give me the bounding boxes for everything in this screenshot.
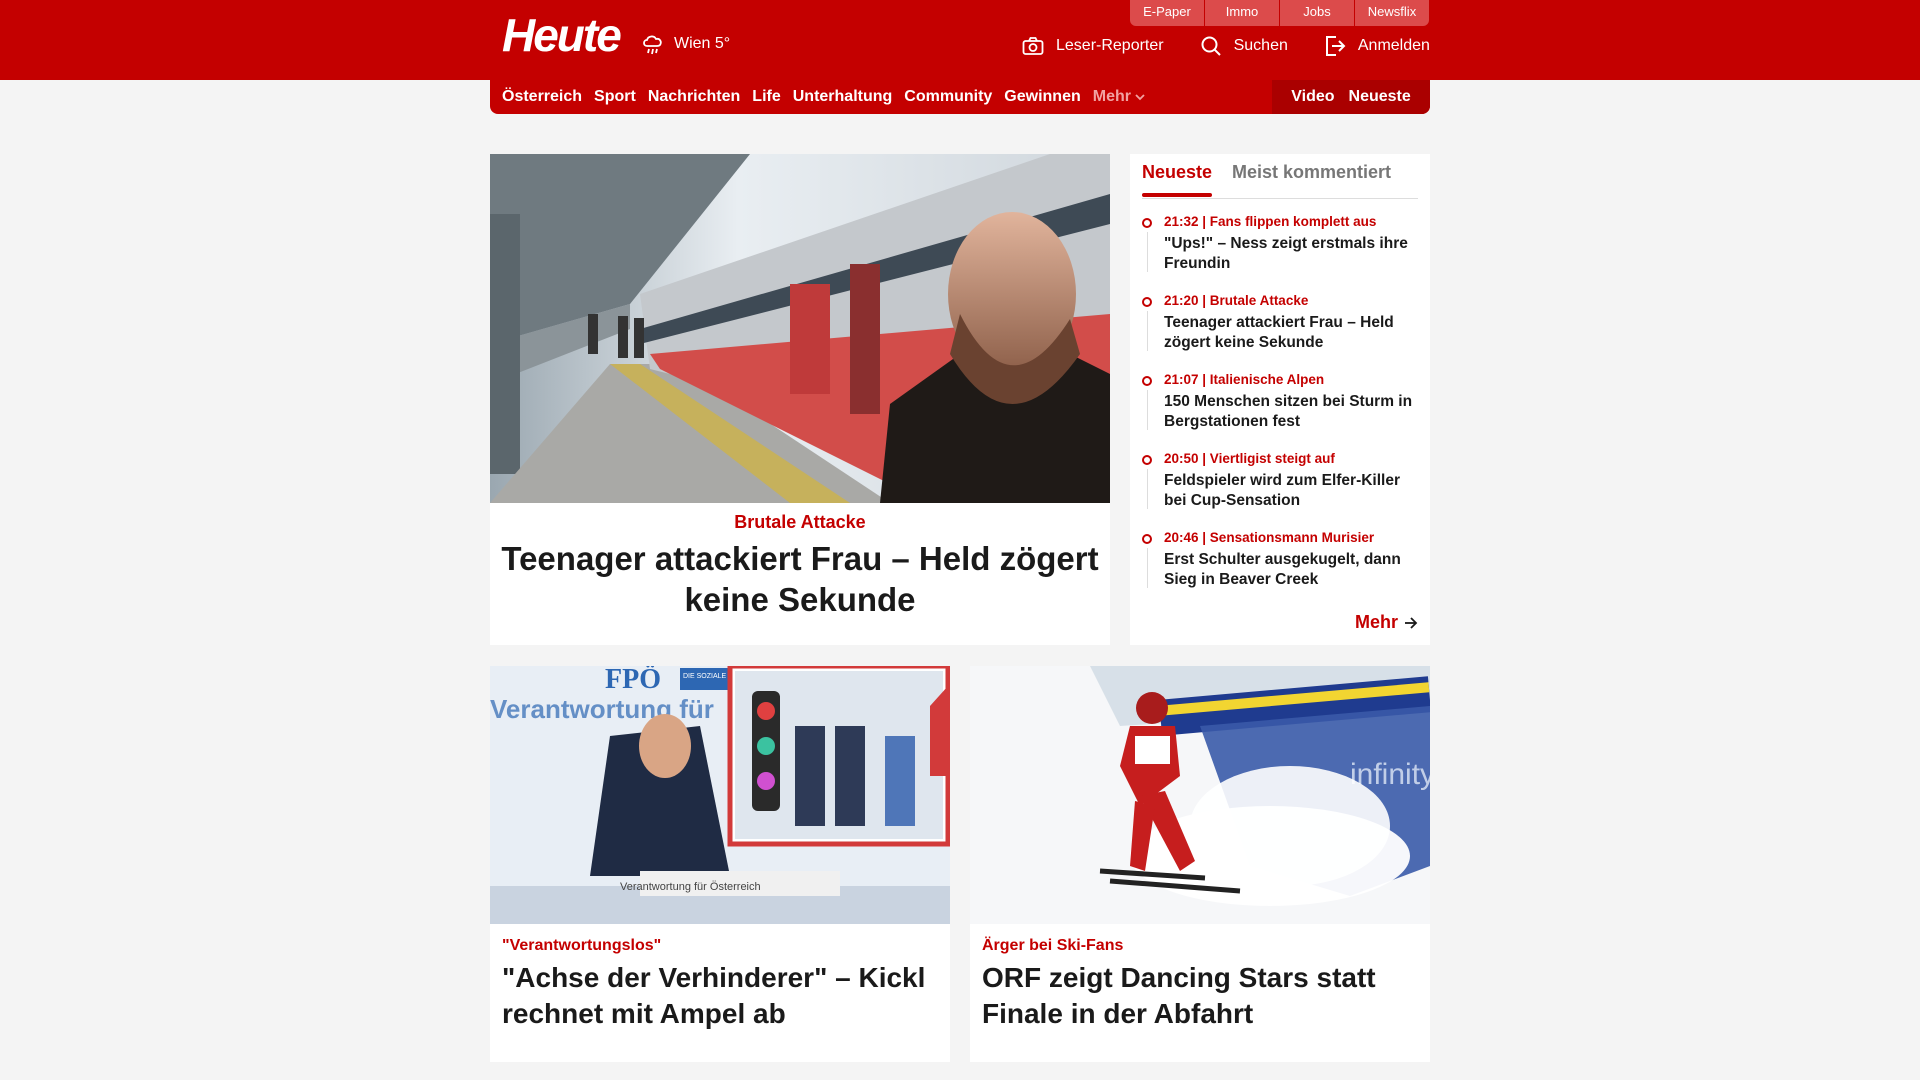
login-icon — [1325, 36, 1346, 56]
feed-item-meta: 21:07 | Italienische Alpen — [1164, 372, 1325, 387]
timeline-dot — [1142, 297, 1152, 307]
nav-item-gewinnen[interactable]: Gewinnen — [1004, 88, 1080, 106]
hero-headline[interactable]: Teenager attackiert Frau – Held zögert k… — [500, 538, 1100, 620]
search-icon — [1201, 36, 1221, 56]
image-text-fpoe: FPÖ — [605, 666, 661, 695]
article-image[interactable]: FPÖ DIE SOZIALE HEIMATPARTEI Verantwortu… — [490, 666, 950, 924]
leser-reporter-button[interactable]: Leser-Reporter — [1022, 36, 1164, 56]
nav-item-unterhaltung[interactable]: Unterhaltung — [793, 88, 893, 106]
chevron-down-icon — [1135, 94, 1145, 101]
hero-kicker: Brutale Attacke — [734, 512, 866, 532]
nav-more-dropdown[interactable]: Mehr — [1093, 88, 1145, 106]
nav-item-life[interactable]: Life — [752, 88, 780, 106]
nav-item-nachrichten[interactable]: Nachrichten — [648, 88, 740, 106]
login-label: Anmelden — [1357, 37, 1430, 54]
image-text-verantwortung: Verantwortung für — [490, 694, 714, 724]
article-image[interactable]: infinity — [970, 666, 1430, 924]
hero-article[interactable]: Brutale Attacke Teenager attackiert Frau… — [490, 154, 1110, 645]
feed-item-meta: 20:50 | Viertligist steigt auf — [1164, 451, 1335, 466]
feed-more-link[interactable]: Mehr — [1355, 612, 1418, 633]
nav-item-community[interactable]: Community — [904, 88, 992, 106]
main-nav: Österreich Sport Nachrichten Life Unterh… — [490, 80, 1430, 114]
feed-item-meta: 20:46 | Sensationsmann Murisier — [1164, 530, 1375, 545]
article-kicker: Ärger bei Ski-Fans — [982, 937, 1124, 954]
feed-item-title[interactable]: Erst Schulter ausgekugelt, dann Sieg in … — [1164, 550, 1426, 590]
weather-widget[interactable]: Wien 5° — [640, 28, 730, 60]
leser-reporter-label: Leser-Reporter — [1056, 37, 1164, 54]
login-button[interactable]: Anmelden — [1324, 35, 1430, 57]
site-logo[interactable]: Heute — [502, 12, 622, 58]
header-actions: Leser-Reporter Suchen Anmelden — [1022, 30, 1430, 62]
article-card[interactable]: FPÖ DIE SOZIALE HEIMATPARTEI Verantwortu… — [490, 666, 950, 1062]
timeline-line — [1147, 469, 1148, 509]
timeline-line — [1147, 548, 1148, 588]
feed-item-title[interactable]: "Ups!" – Ness zeigt erstmals ihre Freund… — [1164, 234, 1426, 274]
timeline-dot — [1142, 534, 1152, 544]
feed-item-title[interactable]: Teenager attackiert Frau – Held zögert k… — [1164, 313, 1426, 353]
weather-text: Wien 5° — [674, 35, 731, 52]
nav-item-sport[interactable]: Sport — [594, 88, 636, 106]
search-label: Suchen — [1233, 37, 1288, 54]
tab-meist-kommentiert[interactable]: Meist kommentiert — [1232, 162, 1391, 183]
rain-cloud-icon — [643, 35, 662, 55]
service-links: E-Paper Immo Jobs Newsflix — [1130, 0, 1429, 26]
camera-icon — [1022, 37, 1044, 55]
nav-item-oesterreich[interactable]: Österreich — [502, 88, 582, 106]
service-link-newsflix[interactable]: Newsflix — [1355, 0, 1429, 26]
feed-more-label: Mehr — [1354, 612, 1398, 632]
nav-more-label: Mehr — [1092, 88, 1131, 105]
timeline-line — [1147, 311, 1148, 351]
latest-news-panel: Neueste Meist kommentiert 21:32 | Fans f… — [1130, 154, 1430, 645]
feed-item-title[interactable]: 150 Menschen sitzen bei Sturm in Bergsta… — [1164, 392, 1426, 432]
tab-neueste[interactable]: Neueste — [1142, 162, 1213, 197]
timeline-line — [1147, 390, 1148, 430]
feed-item-meta: 21:20 | Brutale Attacke — [1164, 293, 1309, 308]
search-button[interactable]: Suchen — [1200, 35, 1288, 57]
nav-item-video[interactable]: Video — [1291, 88, 1334, 106]
timeline-dot — [1142, 455, 1152, 465]
feed-item-meta: 21:32 | Fans flippen komplett aus — [1164, 214, 1377, 229]
nav-item-neueste[interactable]: Neueste — [1349, 88, 1411, 106]
feed-item-title[interactable]: Feldspieler wird zum Elfer-Killer bei Cu… — [1164, 471, 1426, 511]
service-link-immo[interactable]: Immo — [1205, 0, 1279, 26]
timeline-dot — [1142, 376, 1152, 386]
hero-image[interactable] — [490, 154, 1110, 503]
arrow-right-icon — [1405, 616, 1418, 629]
article-kicker: "Verantwortungslos" — [502, 937, 662, 954]
article-card[interactable]: infinity Ärger bei Ski-Fans ORF zeigt Da… — [970, 666, 1430, 1062]
site-header — [0, 0, 1920, 80]
article-headline[interactable]: "Achse der Verhinderer" – Kickl rechnet … — [502, 960, 938, 1032]
article-headline[interactable]: ORF zeigt Dancing Stars statt Finale in … — [982, 960, 1418, 1032]
sidebar-tabs: Neueste Meist kommentiert — [1142, 154, 1418, 199]
service-link-epaper[interactable]: E-Paper — [1130, 0, 1204, 26]
image-text-nameplate: Verantwortung für Österreich — [620, 881, 761, 893]
timeline-dot — [1142, 218, 1152, 228]
service-link-jobs[interactable]: Jobs — [1280, 0, 1354, 26]
timeline-line — [1147, 232, 1148, 272]
